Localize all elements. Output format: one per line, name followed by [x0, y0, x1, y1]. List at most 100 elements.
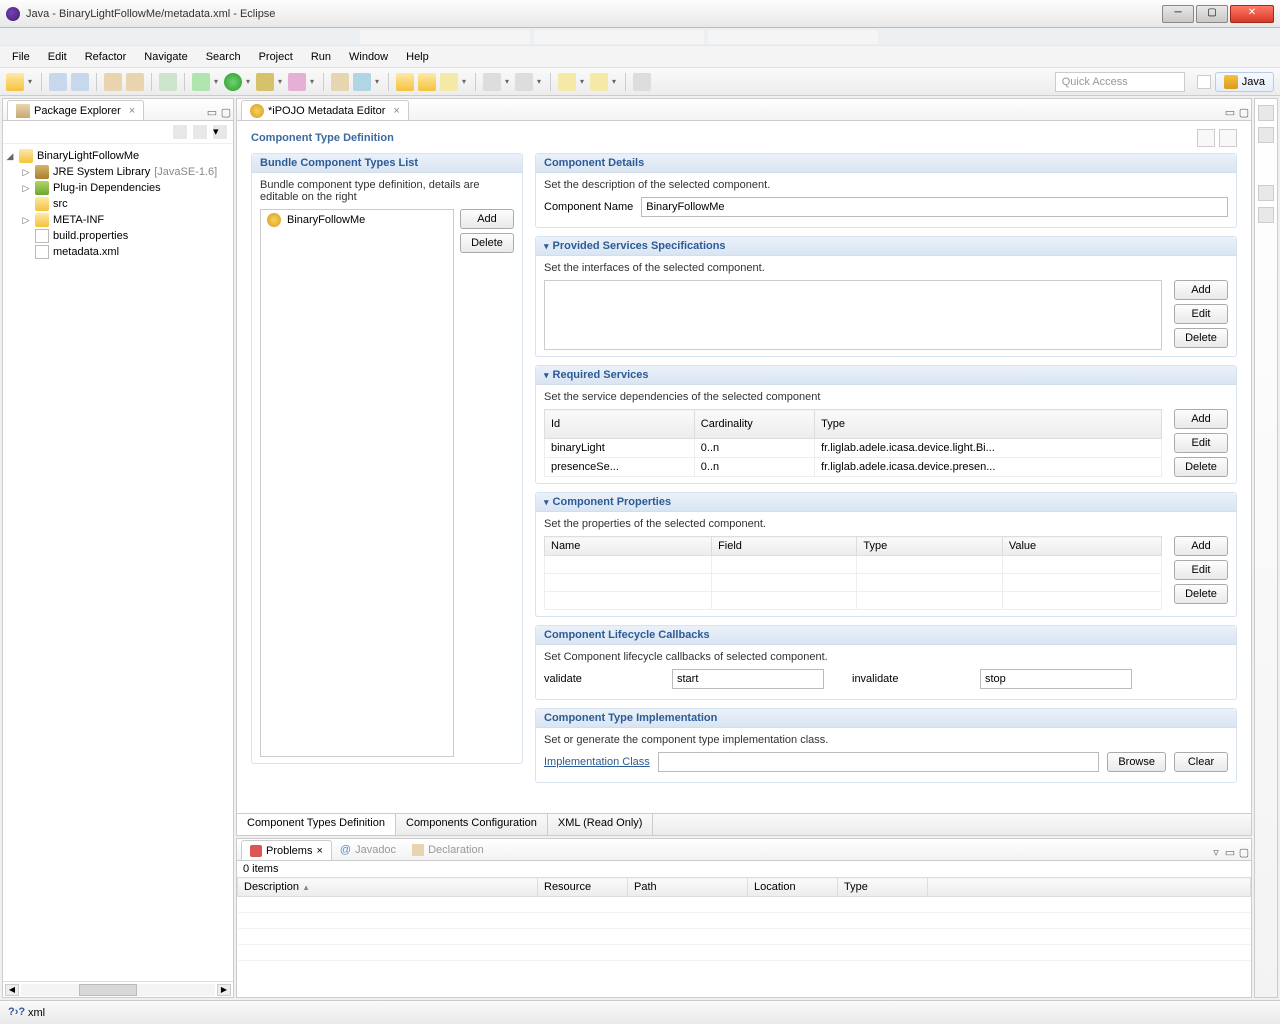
impl-clear-button[interactable]: Clear	[1174, 752, 1228, 772]
editor-tab-close-icon[interactable]: ×	[393, 105, 399, 117]
table-row[interactable]	[545, 592, 1162, 610]
outline-shortcut-icon[interactable]	[1258, 105, 1274, 121]
open-folder-icon[interactable]	[396, 73, 414, 91]
layout-horiz-icon[interactable]	[1197, 129, 1215, 147]
editor-minimize-icon[interactable]: ▭	[1223, 106, 1237, 120]
status-help-icon[interactable]: ?›?	[8, 1006, 22, 1020]
editor-maximize-icon[interactable]: ▢	[1237, 106, 1251, 120]
table-row[interactable]: binaryLight0..nfr.liglab.adele.icasa.dev…	[545, 439, 1162, 458]
req-col-card[interactable]: Cardinality	[694, 410, 814, 439]
perspective-java-button[interactable]: Java	[1215, 72, 1274, 92]
cheatsheet-shortcut-icon[interactable]	[1258, 207, 1274, 223]
build-props-node[interactable]: build.properties	[5, 228, 231, 244]
component-type-item[interactable]: BinaryFollowMe	[261, 210, 453, 230]
search-icon[interactable]	[440, 73, 458, 91]
impl-browse-button[interactable]: Browse	[1107, 752, 1166, 772]
component-name-input[interactable]	[641, 197, 1228, 217]
provided-services-header[interactable]: ▾Provided Services Specifications	[536, 237, 1236, 256]
props-edit-button[interactable]: Edit	[1174, 560, 1228, 580]
problems-maximize-icon[interactable]: ▢	[1237, 846, 1251, 860]
scroll-thumb[interactable]	[79, 984, 137, 996]
menu-file[interactable]: File	[4, 49, 38, 65]
problems-table[interactable]: Description ▲ Resource Path Location Typ…	[237, 877, 1251, 961]
provided-delete-button[interactable]: Delete	[1174, 328, 1228, 348]
new-class-dropdown[interactable]: ▾	[373, 77, 381, 86]
validate-input[interactable]	[672, 669, 824, 689]
view-menu-icon[interactable]: ▾	[213, 125, 227, 139]
declaration-tab[interactable]: Declaration	[404, 840, 492, 860]
nav-annotation-dropdown[interactable]: ▾	[503, 77, 511, 86]
scroll-right-arrow[interactable]: ▶	[217, 984, 231, 996]
provided-edit-button[interactable]: Edit	[1174, 304, 1228, 324]
menu-search[interactable]: Search	[198, 49, 249, 65]
new-package-icon[interactable]	[331, 73, 349, 91]
debug-dropdown[interactable]: ▾	[212, 77, 220, 86]
required-services-table[interactable]: Id Cardinality Type binaryLight0..nfr.li…	[544, 409, 1162, 477]
add-component-button[interactable]: Add	[460, 209, 514, 229]
prob-col-type[interactable]: Type	[838, 878, 928, 897]
table-row[interactable]	[545, 556, 1162, 574]
view-minimize-icon[interactable]: ▭	[205, 106, 219, 120]
quick-access-input[interactable]: Quick Access	[1055, 72, 1185, 92]
tab-component-types-def[interactable]: Component Types Definition	[237, 814, 396, 835]
menu-edit[interactable]: Edit	[40, 49, 75, 65]
problems-view-menu-icon[interactable]: ▿	[1209, 846, 1223, 860]
required-add-button[interactable]: Add	[1174, 409, 1228, 429]
metadata-xml-node[interactable]: metadata.xml	[5, 244, 231, 260]
external-tools-icon[interactable]	[288, 73, 306, 91]
build-icon[interactable]	[159, 73, 177, 91]
impl-class-input[interactable]	[658, 752, 1100, 772]
pin-icon[interactable]	[633, 73, 651, 91]
forward-icon[interactable]	[590, 73, 608, 91]
required-edit-button[interactable]: Edit	[1174, 433, 1228, 453]
back-dropdown[interactable]: ▾	[578, 77, 586, 86]
menu-help[interactable]: Help	[398, 49, 437, 65]
window-maximize-button[interactable]: ▢	[1196, 5, 1228, 23]
search-dropdown[interactable]: ▾	[460, 77, 468, 86]
open-task-icon[interactable]	[126, 73, 144, 91]
layout-vert-icon[interactable]	[1219, 129, 1237, 147]
req-col-type[interactable]: Type	[815, 410, 1162, 439]
problems-close-icon[interactable]: ×	[316, 845, 322, 857]
nav-annotation-icon[interactable]	[483, 73, 501, 91]
tasklist-shortcut-icon[interactable]	[1258, 127, 1274, 143]
prob-col-desc[interactable]: Description ▲	[238, 878, 538, 897]
forward-dropdown[interactable]: ▾	[610, 77, 618, 86]
required-services-header[interactable]: ▾Required Services	[536, 366, 1236, 385]
nav-next-dropdown[interactable]: ▾	[535, 77, 543, 86]
prop-col-value[interactable]: Value	[1002, 537, 1161, 556]
external-tools-dropdown[interactable]: ▾	[308, 77, 316, 86]
nav-next-icon[interactable]	[515, 73, 533, 91]
project-tree[interactable]: ◢ BinaryLightFollowMe ▷ JRE System Libra…	[3, 144, 233, 981]
required-delete-button[interactable]: Delete	[1174, 457, 1228, 477]
prob-col-path[interactable]: Path	[628, 878, 748, 897]
menu-window[interactable]: Window	[341, 49, 396, 65]
problems-minimize-icon[interactable]: ▭	[1223, 846, 1237, 860]
open-type-icon[interactable]	[104, 73, 122, 91]
package-explorer-tab[interactable]: Package Explorer ×	[7, 100, 144, 120]
run-last-dropdown[interactable]: ▾	[276, 77, 284, 86]
prob-col-loc[interactable]: Location	[748, 878, 838, 897]
scroll-left-arrow[interactable]: ◀	[5, 984, 19, 996]
prop-col-name[interactable]: Name	[545, 537, 712, 556]
menu-refactor[interactable]: Refactor	[77, 49, 135, 65]
prop-col-field[interactable]: Field	[712, 537, 857, 556]
menu-run[interactable]: Run	[303, 49, 339, 65]
component-props-table[interactable]: Name Field Type Value	[544, 536, 1162, 610]
invalidate-input[interactable]	[980, 669, 1132, 689]
layout-shortcut-icon[interactable]	[1258, 185, 1274, 201]
javadoc-tab[interactable]: @Javadoc	[332, 840, 404, 860]
save-icon[interactable]	[49, 73, 67, 91]
close-view-icon[interactable]: ×	[129, 105, 135, 117]
provided-add-button[interactable]: Add	[1174, 280, 1228, 300]
table-row[interactable]: presenceSe...0..nfr.liglab.adele.icasa.d…	[545, 458, 1162, 477]
view-maximize-icon[interactable]: ▢	[219, 106, 233, 120]
horizontal-scrollbar[interactable]: ◀ ▶	[3, 981, 233, 997]
editor-tab[interactable]: *iPOJO Metadata Editor ×	[241, 100, 409, 120]
project-node[interactable]: ◢ BinaryLightFollowMe	[5, 148, 231, 164]
component-props-header[interactable]: ▾Component Properties	[536, 493, 1236, 512]
back-icon[interactable]	[558, 73, 576, 91]
debug-icon[interactable]	[192, 73, 210, 91]
open-perspective-icon[interactable]	[1197, 75, 1211, 89]
problems-tab[interactable]: Problems ×	[241, 840, 332, 860]
